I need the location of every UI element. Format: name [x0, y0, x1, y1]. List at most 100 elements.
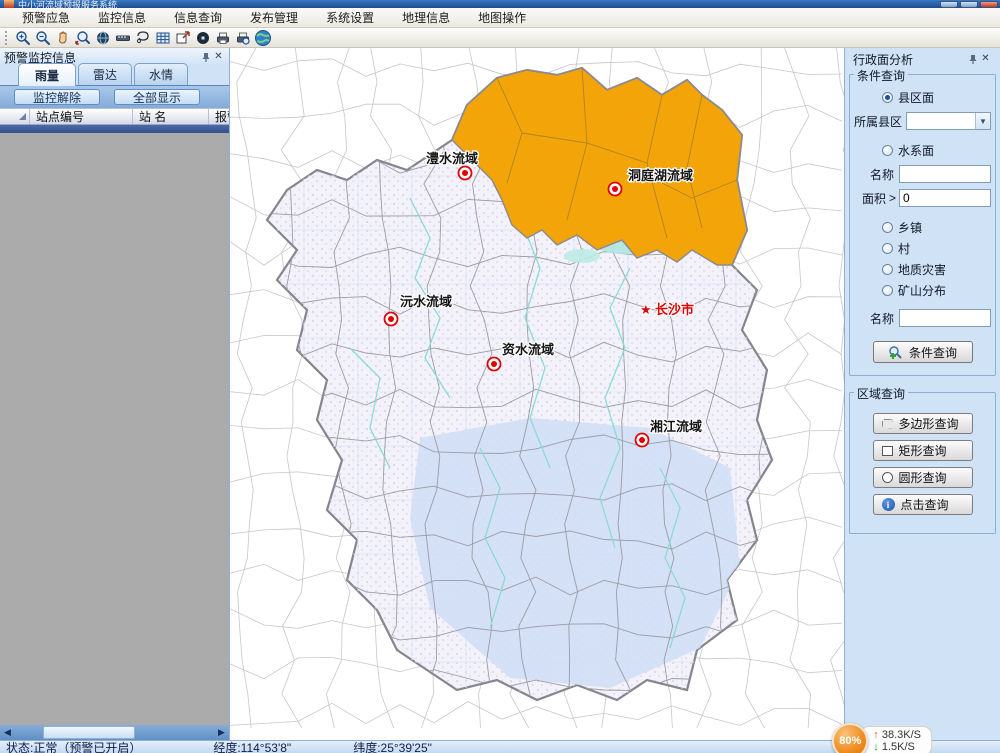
zoom-out-icon[interactable]	[33, 29, 52, 47]
network-monitor-widget[interactable]: 80% ↑ 38.3K/S ↓ 1.5K/S	[832, 723, 932, 753]
radio-village[interactable]: 村	[882, 240, 991, 257]
station-marker-yuanshui[interactable]	[385, 313, 398, 326]
pin-icon[interactable]	[966, 53, 979, 66]
menu-dili-xinxi[interactable]: 地理信息	[388, 7, 464, 28]
maximize-button[interactable]	[960, 1, 978, 8]
admin-analysis-panel: 行政面分析 ✕ 条件查询 县区面 所属县区 ▼ 水系面	[845, 48, 1000, 740]
tab-water-level[interactable]: 水情	[134, 63, 188, 85]
label-changsha-city: 长沙市	[655, 302, 694, 317]
radio-water-system[interactable]: 水系面	[882, 142, 991, 159]
radio-icon[interactable]	[882, 145, 893, 156]
radio-icon[interactable]	[882, 243, 893, 254]
region-query-group: 区域查询 多边形查询 矩形查询 圆形查询 i 点击查询	[849, 392, 996, 534]
menu-yujing-yingji[interactable]: 预警应急	[8, 7, 84, 28]
condition-query-group: 条件查询 县区面 所属县区 ▼ 水系面 名称 面积	[849, 74, 996, 376]
circle-query-button[interactable]: 圆形查询	[873, 467, 973, 488]
scrollbar-thumb[interactable]	[43, 726, 135, 739]
radio-geo-disaster[interactable]: 地质灾害	[882, 261, 991, 278]
measure-icon[interactable]	[113, 29, 132, 47]
radio-township[interactable]: 乡镇	[882, 219, 991, 236]
polygon-query-button[interactable]: 多边形查询	[873, 413, 973, 434]
radio-icon[interactable]	[882, 285, 893, 296]
area-input[interactable]	[899, 189, 991, 207]
pin-icon[interactable]	[199, 51, 212, 64]
monitor-release-button[interactable]: 监控解除	[14, 89, 100, 105]
radio-icon[interactable]	[882, 264, 893, 275]
left-panel-tabs: 雨量 雷达 水情	[0, 66, 229, 86]
radio-mine-distribution[interactable]: 矿山分布	[882, 282, 991, 299]
print-icon[interactable]	[213, 29, 232, 47]
name-input-2[interactable]	[899, 309, 991, 327]
map-toolbar	[0, 28, 1000, 48]
close-button[interactable]	[980, 1, 998, 8]
column-station-id[interactable]: 站点编号	[30, 109, 133, 124]
changsha-star-icon: ★	[640, 302, 652, 317]
close-panel-icon[interactable]: ✕	[979, 53, 992, 66]
zoom-in-icon[interactable]	[13, 29, 32, 47]
cpu-percent-badge[interactable]: 80%	[832, 723, 868, 753]
network-speed-pill: ↑ 38.3K/S ↓ 1.5K/S	[860, 726, 932, 753]
minimize-button[interactable]	[940, 1, 958, 8]
menu-xitong-shezhi[interactable]: 系统设置	[312, 7, 388, 28]
radio-county-area[interactable]: 县区面	[882, 89, 991, 106]
zoom-previous-icon[interactable]	[73, 29, 92, 47]
label-dongtinghu-basin: 洞庭湖流域	[628, 168, 693, 183]
name-input-1[interactable]	[899, 165, 991, 183]
warning-monitor-panel: 预警监控信息 ✕ 雨量 雷达 水情 监控解除 全部显示 站点编号 站 名 报警类…	[0, 48, 230, 740]
station-marker-lishui[interactable]	[459, 167, 472, 180]
rectangle-query-button[interactable]: 矩形查询	[873, 440, 973, 461]
column-station-name[interactable]: 站 名	[133, 109, 209, 124]
close-panel-icon[interactable]: ✕	[212, 51, 225, 64]
area-operator: >	[889, 191, 896, 205]
window-title: 中小河流域预报服务系统	[18, 0, 117, 8]
rectangle-icon	[882, 446, 893, 456]
download-speed: 1.5K/S	[882, 741, 915, 753]
station-marker-zishui[interactable]	[488, 358, 501, 371]
station-table-body[interactable]	[0, 133, 229, 725]
area-label: 面积	[862, 190, 886, 207]
status-text: 状态:正常（预警已开启）	[0, 739, 147, 753]
world-icon[interactable]	[253, 29, 272, 47]
menu-fabu-guanli[interactable]: 发布管理	[236, 7, 312, 28]
radio-icon[interactable]	[882, 92, 893, 103]
station-table-header: 站点编号 站 名 报警类别	[0, 108, 229, 125]
chevron-down-icon[interactable]: ▼	[975, 113, 990, 129]
radio-icon[interactable]	[882, 222, 893, 233]
menu-jiankong-xinxi[interactable]: 监控信息	[84, 7, 160, 28]
pan-icon[interactable]	[53, 29, 72, 47]
app-icon	[4, 0, 14, 8]
tab-radar[interactable]: 雷达	[78, 63, 132, 85]
region-query-title: 区域查询	[854, 385, 908, 402]
menu-xinxi-chaxun[interactable]: 信息查询	[160, 7, 236, 28]
identify-icon[interactable]	[193, 29, 212, 47]
county-select[interactable]: ▼	[906, 112, 991, 130]
table-selected-strip	[0, 125, 229, 133]
label-yuanshui-basin: 沅水流域	[400, 294, 452, 309]
upload-speed: 38.3K/S	[882, 729, 921, 741]
grid-layers-icon[interactable]	[153, 29, 172, 47]
name-label-2: 名称	[870, 310, 894, 327]
toolbar-grip[interactable]	[5, 31, 9, 45]
sort-triangle-icon	[19, 113, 26, 120]
column-alarm-type[interactable]: 报警类别	[209, 109, 229, 124]
full-extent-icon[interactable]	[93, 29, 112, 47]
title-bar: 中小河流域预报服务系统	[0, 0, 1000, 8]
station-marker-dongtinghu[interactable]	[609, 183, 622, 196]
condition-query-title: 条件查询	[854, 67, 908, 84]
county-label: 所属县区	[854, 113, 902, 130]
print-preview-icon[interactable]	[233, 29, 252, 47]
station-marker-xiangjiang[interactable]	[636, 434, 649, 447]
label-lishui-basin: 澧水流域	[426, 151, 478, 166]
tab-rainfall[interactable]: 雨量	[18, 63, 76, 86]
sort-column-header[interactable]	[0, 109, 30, 124]
lasso-select-icon[interactable]	[133, 29, 152, 47]
map-view[interactable]: 澧水流域 洞庭湖流域 沅水流域 资水流域 湘江流域 ★ 长沙市	[230, 48, 845, 740]
label-xiangjiang-basin: 湘江流域	[650, 419, 702, 434]
show-all-button[interactable]: 全部显示	[114, 89, 200, 105]
click-query-button[interactable]: i 点击查询	[873, 494, 973, 515]
circle-icon	[882, 472, 893, 483]
label-zishui-basin: 资水流域	[502, 342, 554, 357]
export-map-icon[interactable]	[173, 29, 192, 47]
menu-ditu-caozuo[interactable]: 地图操作	[464, 7, 540, 28]
condition-query-button[interactable]: 条件查询	[873, 341, 973, 363]
